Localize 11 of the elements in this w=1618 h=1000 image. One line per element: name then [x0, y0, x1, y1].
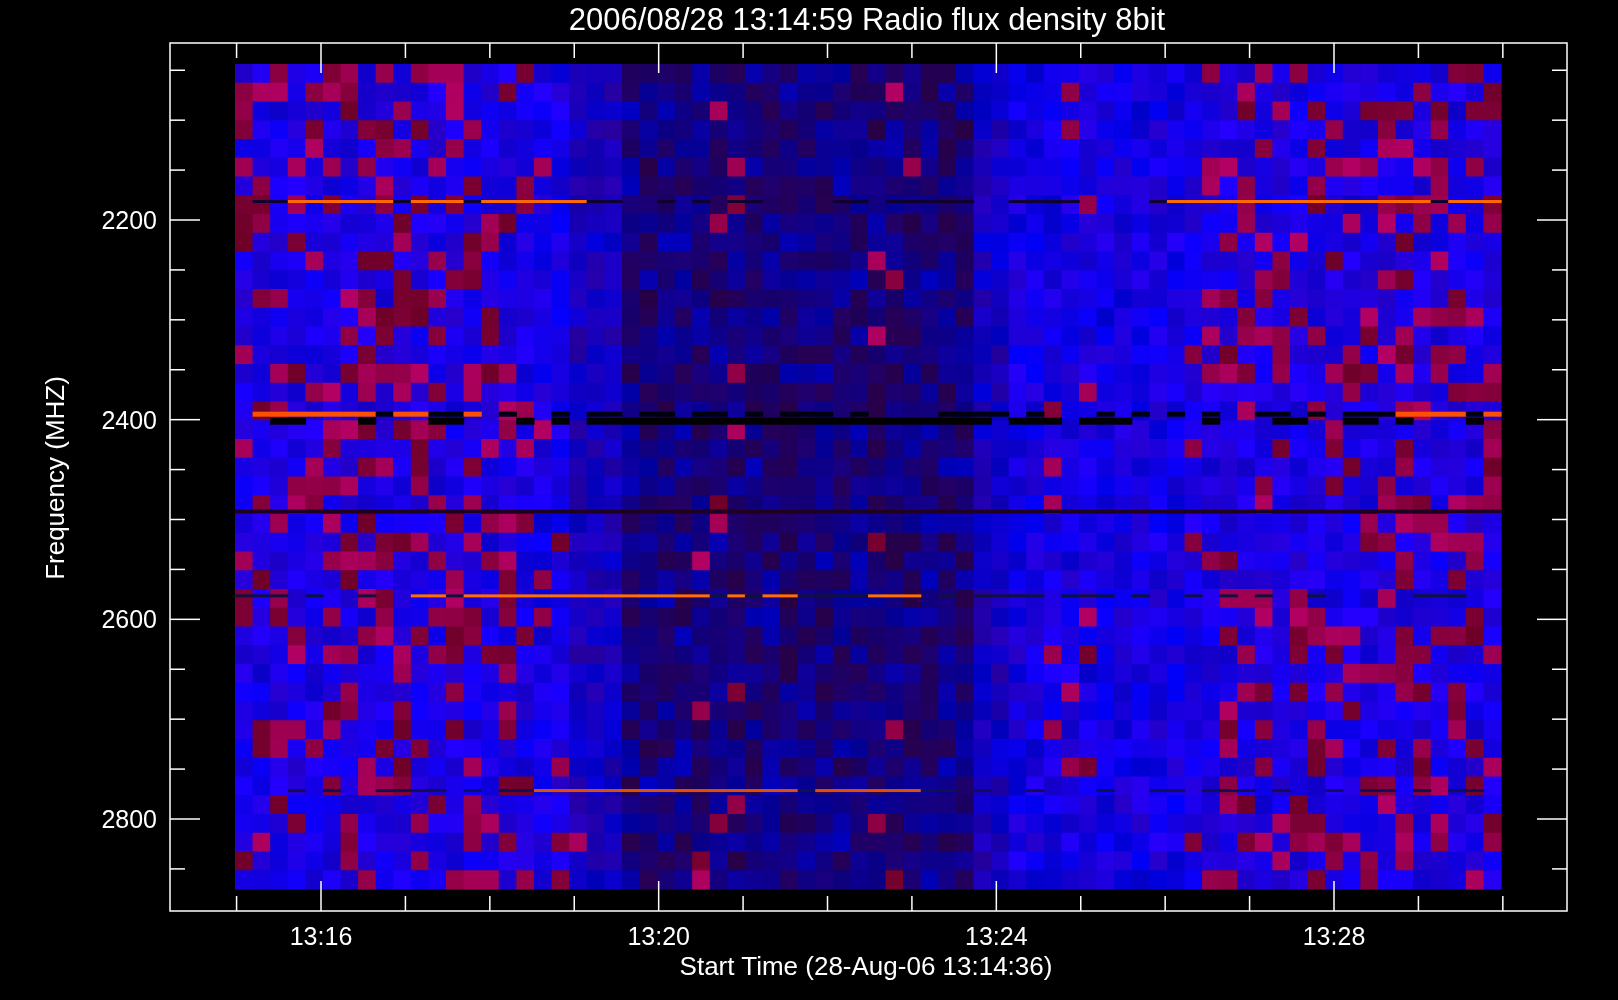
- tick-label: 13:16: [289, 922, 353, 950]
- tick-label: 13:24: [965, 922, 1028, 950]
- tick-label: 13:28: [1302, 922, 1366, 950]
- plot-title: 2006/08/28 13:14:59 Radio flux density 8bit: [568, 2, 1166, 37]
- tick-label: 2200: [101, 206, 157, 234]
- axis-label: Frequency (MHZ): [40, 376, 70, 580]
- axis-label: Start Time (28-Aug-06 13:14:36): [679, 951, 1053, 981]
- tick-label: 2600: [101, 605, 157, 634]
- tick-label: 2400: [101, 405, 157, 434]
- tick-label: 13:20: [627, 922, 690, 950]
- tick-label: 2800: [101, 805, 157, 833]
